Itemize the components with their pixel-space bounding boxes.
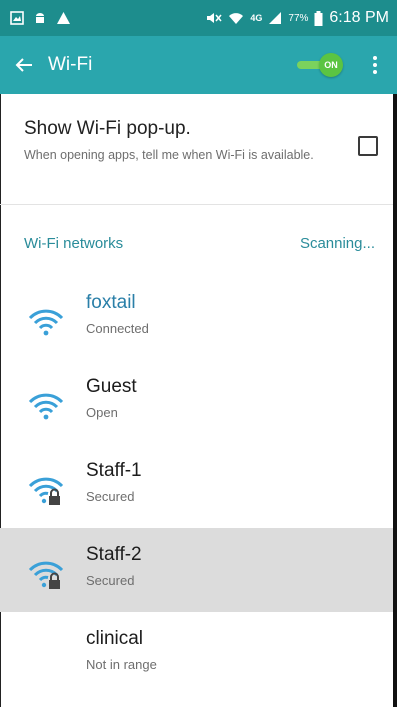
network-name: Staff-2 (86, 544, 142, 565)
right-border (393, 94, 397, 707)
clock: 6:18 PM (329, 9, 389, 26)
network-item-staff-1[interactable]: Staff-1 Secured (0, 444, 397, 528)
network-item-guest[interactable]: Guest Open (0, 360, 397, 444)
status-icons-left (0, 11, 71, 25)
status-bar: 4G 77% 6:18 PM (0, 0, 397, 36)
gallery-icon (10, 11, 24, 25)
signal-icon (269, 12, 282, 24)
android-icon (36, 13, 44, 23)
toggle-thumb: ON (319, 53, 343, 77)
network-status: Connected (86, 321, 149, 336)
network-name: clinical (86, 628, 144, 649)
4g-icon: 4G (250, 13, 263, 23)
network-status: Secured (86, 489, 135, 504)
wifi-icon (28, 393, 64, 420)
setting-title: Show Wi-Fi pop-up. (24, 118, 191, 139)
network-name: Guest (86, 376, 137, 397)
back-arrow-icon (15, 58, 32, 72)
mute-icon (207, 13, 222, 23)
wifi-toggle[interactable]: ON (297, 53, 343, 77)
wifi-popup-setting[interactable]: Show Wi-Fi pop-up. When opening apps, te… (0, 94, 397, 204)
wifi-lock-icon (28, 561, 64, 589)
status-icons-right: 4G 77% 6:18 PM (206, 9, 397, 27)
wifi-lock-icon (28, 477, 64, 505)
networks-section-header: Wi-Fi networks Scanning... (0, 225, 397, 261)
more-vert-icon (373, 56, 377, 74)
wifi-popup-checkbox[interactable] (358, 136, 378, 156)
network-status: Secured (86, 573, 135, 588)
battery-icon (314, 10, 323, 26)
network-item-clinical[interactable]: clinical Not in range (0, 612, 397, 696)
network-name: Staff-1 (86, 460, 142, 481)
warning-icon (57, 12, 70, 24)
back-button[interactable] (0, 36, 48, 94)
wifi-icon (28, 309, 64, 336)
scanning-status[interactable]: Scanning... (300, 235, 375, 252)
battery-percent: 77% (288, 12, 309, 24)
network-status: Not in range (86, 657, 157, 672)
network-item-staff-2[interactable]: Staff-2 Secured (0, 528, 397, 612)
wifi-icon (229, 13, 244, 24)
page-title: Wi-Fi (48, 54, 93, 75)
more-options-button[interactable] (363, 36, 387, 94)
network-item-foxtail[interactable]: foxtail Connected (0, 276, 397, 360)
network-status: Open (86, 405, 118, 420)
app-bar: Wi-Fi ON (0, 36, 397, 94)
network-name: foxtail (86, 292, 136, 313)
divider (0, 204, 397, 205)
setting-description: When opening apps, tell me when Wi-Fi is… (24, 148, 314, 162)
section-title: Wi-Fi networks (24, 235, 124, 252)
